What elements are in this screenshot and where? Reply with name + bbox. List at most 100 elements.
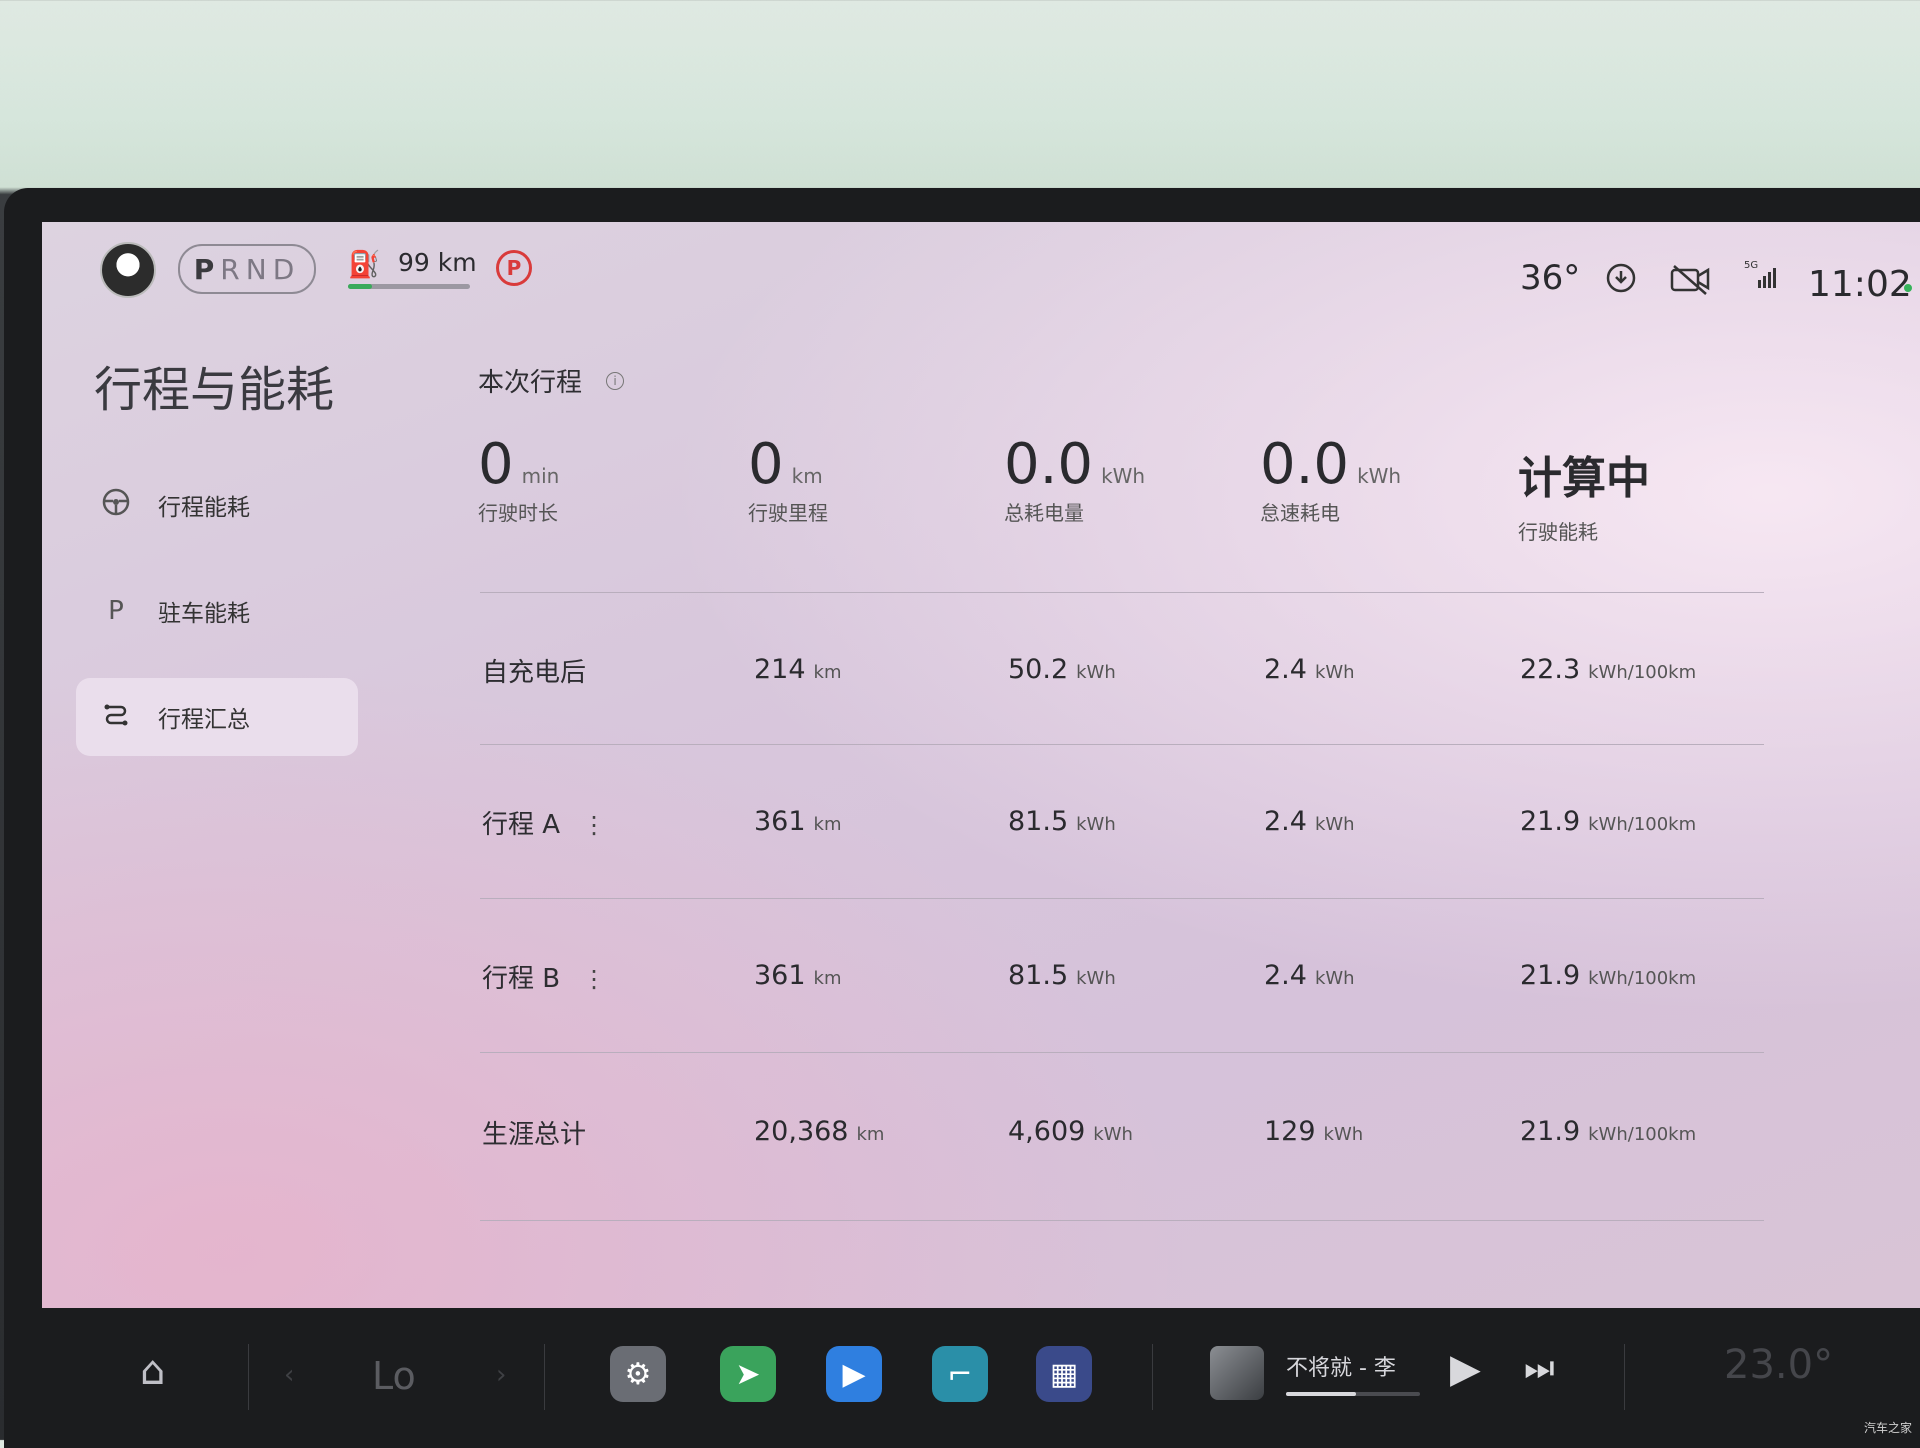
info-icon[interactable]: i <box>606 372 624 390</box>
gear-selector: P R N D <box>178 244 316 294</box>
current-trip-title: 本次行程 <box>478 368 583 398</box>
dock-separator <box>1624 1344 1625 1410</box>
cell-unit: km <box>813 814 842 835</box>
sidebar-item-trip-energy[interactable]: 行程能耗 <box>76 466 358 544</box>
cell-unit: kWh <box>1076 814 1116 835</box>
cell-value: 361 <box>754 806 806 837</box>
steering-wheel-icon <box>98 487 134 524</box>
stat-efficiency: 计算中 行驶能耗 <box>1518 442 1650 545</box>
stat-unit: min <box>521 464 560 488</box>
stat-value: 0 <box>748 432 784 497</box>
parking-icon: P <box>108 596 124 626</box>
stat-label: 总耗电量 <box>1004 501 1084 525</box>
more-options-icon[interactable]: ⋮ <box>582 965 606 993</box>
cell-idle: 129 kWh <box>1264 1116 1363 1147</box>
divider <box>480 898 1764 899</box>
row-label-text: 生涯总计 <box>482 1120 587 1150</box>
sidebar-item-parking-energy[interactable]: P 驻车能耗 <box>76 572 358 650</box>
row-label: 行程 B ⋮ <box>482 958 606 995</box>
stat-value: 计算中 <box>1518 453 1650 504</box>
stat-label: 行驶时长 <box>478 501 558 525</box>
cell-value: 2.4 <box>1264 806 1307 837</box>
album-art[interactable] <box>1210 1346 1264 1400</box>
stat-label: 行驶能耗 <box>1518 520 1598 544</box>
svg-text:5G: 5G <box>1744 260 1758 271</box>
row-label-text: 自充电后 <box>482 658 587 688</box>
divider <box>480 1052 1764 1053</box>
settings-app-icon[interactable]: ⚙ <box>610 1346 666 1402</box>
cell-efficiency: 22.3 kWh/100km <box>1520 654 1696 685</box>
cell-value: 21.9 <box>1520 1116 1581 1147</box>
cell-unit: kWh <box>1314 814 1355 835</box>
fan-speed-label[interactable]: Lo <box>372 1354 416 1398</box>
cell-unit: kWh <box>1076 662 1116 683</box>
stat-duration: 0 min 行驶时长 <box>478 432 559 526</box>
user-avatar[interactable] <box>100 242 156 298</box>
route-icon <box>98 699 134 736</box>
next-track-icon[interactable]: ⏭ <box>1524 1348 1555 1388</box>
stat-value: 0 <box>478 432 514 497</box>
more-options-icon[interactable]: ⋮ <box>582 811 606 839</box>
stat-unit: km <box>791 464 823 488</box>
stat-idle-energy: 0.0 kWh 怠速耗电 <box>1260 432 1401 526</box>
stat-total-energy: 0.0 kWh 总耗电量 <box>1004 432 1145 526</box>
screen: P R N D ⛽ 99 km P 36° 5G 11:02 行程与能耗 行程能… <box>42 222 1920 1308</box>
cell-distance: 214 km <box>754 654 842 685</box>
cell-value: 22.3 <box>1520 654 1581 685</box>
cell-efficiency: 21.9 kWh/100km <box>1520 960 1696 991</box>
cell-distance: 361 km <box>754 806 842 837</box>
dock-separator <box>248 1344 249 1410</box>
cell-efficiency: 21.9 kWh/100km <box>1520 806 1696 837</box>
dock-separator <box>1152 1344 1153 1410</box>
fan-increase-icon[interactable]: › <box>496 1360 506 1390</box>
cell-value: 2.4 <box>1264 654 1307 685</box>
range-value: 99 km <box>398 248 477 277</box>
gear-d: D <box>272 252 301 286</box>
cell-value: 21.9 <box>1520 806 1581 837</box>
app-launcher-icon[interactable]: ▦ <box>1036 1346 1092 1402</box>
gear-p: P <box>193 252 221 286</box>
dock-separator <box>544 1344 545 1410</box>
sidebar-item-trip-summary[interactable]: 行程汇总 <box>76 678 358 756</box>
cell-unit: kWh/100km <box>1588 662 1697 683</box>
play-icon[interactable]: ▶ <box>1450 1346 1481 1392</box>
message-icon[interactable] <box>1604 262 1638 303</box>
divider <box>480 744 1764 745</box>
cell-energy: 81.5 kWh <box>1008 960 1116 991</box>
divider <box>480 1220 1764 1221</box>
cell-unit: kWh/100km <box>1588 814 1697 835</box>
signal-5g-icon: 5G <box>1744 258 1778 299</box>
music-progress-bar[interactable] <box>1286 1392 1420 1396</box>
cell-energy: 50.2 kWh <box>1008 654 1116 685</box>
now-playing-title[interactable]: 不将就 - 李 <box>1286 1350 1396 1382</box>
stat-unit: kWh <box>1101 464 1146 488</box>
cell-value: 21.9 <box>1520 960 1581 991</box>
cell-value: 2.4 <box>1264 960 1307 991</box>
row-label: 行程 A ⋮ <box>482 804 606 841</box>
cell-unit: kWh <box>1314 662 1355 683</box>
stat-label: 怠速耗电 <box>1260 501 1340 525</box>
video-call-app-icon[interactable]: ▶ <box>826 1346 882 1402</box>
home-icon[interactable]: ⌂ <box>140 1348 165 1394</box>
climate-temperature[interactable]: 23.0° <box>1724 1342 1833 1388</box>
camera-off-icon[interactable] <box>1670 262 1712 303</box>
outside-temperature: 36° <box>1520 258 1581 298</box>
gear-n: N <box>245 252 273 286</box>
music-progress-fill <box>1286 1392 1356 1396</box>
battery-level-fill <box>348 284 373 289</box>
cell-unit: km <box>856 1124 885 1145</box>
fan-decrease-icon[interactable]: ‹ <box>284 1360 294 1390</box>
battery-range-icon: ⛽ <box>348 250 381 280</box>
parking-brake-icon: P <box>496 250 532 286</box>
cell-unit: kWh <box>1314 968 1355 989</box>
cell-unit: kWh/100km <box>1588 968 1697 989</box>
cell-unit: kWh/100km <box>1588 1124 1697 1145</box>
page-title: 行程与能耗 <box>94 362 335 418</box>
stat-unit: kWh <box>1357 464 1402 488</box>
cell-value: 214 <box>754 654 806 685</box>
navigation-app-icon[interactable]: ➤ <box>720 1346 776 1402</box>
gear-r: R <box>220 252 246 286</box>
seat-app-icon[interactable]: ⌐ <box>932 1346 988 1402</box>
cell-unit: kWh <box>1076 968 1116 989</box>
cell-unit: km <box>813 662 842 683</box>
